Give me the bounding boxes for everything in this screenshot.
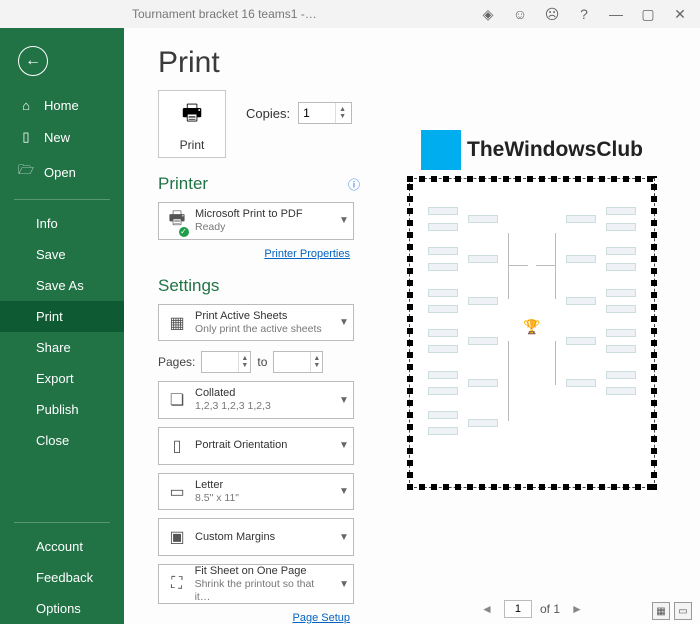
printer-icon: 🖶✓ — [169, 206, 186, 236]
info-icon[interactable]: ⓘ — [348, 176, 360, 193]
pages-to-label: to — [257, 355, 267, 369]
chevron-down-icon: ▼ — [335, 532, 353, 543]
maximize-icon[interactable]: ▢ — [632, 0, 664, 28]
zoom-to-page-button[interactable]: ▭ — [674, 602, 692, 620]
sidebar-item-share[interactable]: Share — [0, 332, 124, 363]
sidebar-item-export[interactable]: Export — [0, 363, 124, 394]
close-icon[interactable]: ✕ — [664, 0, 696, 28]
chevron-down-icon: ▼ — [335, 215, 353, 226]
next-page-button[interactable]: ► — [568, 600, 586, 618]
home-icon: ⌂ — [18, 98, 34, 113]
fit-icon: ⛶ — [159, 575, 195, 593]
open-icon: 🗁 — [18, 161, 34, 183]
bracket-preview: 🏆 — [424, 193, 640, 473]
settings-heading: Settings — [158, 276, 219, 296]
sidebar-item-publish[interactable]: Publish — [0, 394, 124, 425]
titlebar: Tournament bracket 16 teams1 -… ◈ ☺ ☹ ? … — [0, 0, 700, 28]
watermark-logo — [421, 130, 461, 170]
sidebar-item-info[interactable]: Info — [0, 208, 124, 239]
chevron-down-icon: ▼ — [335, 579, 353, 590]
sidebar-item-print[interactable]: Print — [0, 301, 124, 332]
scaling-dropdown[interactable]: ⛶ Fit Sheet on One PageShrink the printo… — [158, 564, 354, 604]
window-title: Tournament bracket 16 teams1 -… — [4, 7, 317, 21]
chevron-down-icon[interactable]: ▼ — [339, 113, 346, 120]
sidebar-item-home[interactable]: ⌂Home — [0, 90, 124, 121]
margins-icon: ▣ — [159, 527, 195, 547]
chevron-down-icon: ▼ — [335, 486, 353, 497]
page-number-input[interactable] — [504, 600, 532, 618]
printer-icon: 🖶 — [182, 96, 203, 134]
trophy-icon: 🏆 — [523, 319, 540, 336]
sidebar-item-account[interactable]: Account — [0, 531, 124, 562]
print-button[interactable]: 🖶 Print — [158, 90, 226, 158]
pages-from-input[interactable] — [202, 352, 238, 372]
chevron-down-icon: ▼ — [335, 440, 353, 451]
orientation-dropdown[interactable]: ▯ Portrait Orientation ▼ — [158, 427, 354, 465]
backstage-sidebar: ← ⌂Home ▯New 🗁Open Info Save Save As Pri… — [0, 28, 124, 624]
sidebar-item-open[interactable]: 🗁Open — [0, 153, 124, 191]
copies-label: Copies: — [246, 106, 290, 121]
sidebar-item-new[interactable]: ▯New — [0, 121, 124, 153]
show-margins-button[interactable]: ▦ — [652, 602, 670, 620]
smile-icon[interactable]: ☺ — [504, 0, 536, 28]
chevron-down-icon: ▼ — [335, 317, 353, 328]
printer-properties-link[interactable]: Printer Properties — [158, 248, 354, 260]
sidebar-item-close[interactable]: Close — [0, 425, 124, 456]
page-of-label: of 1 — [540, 602, 560, 616]
pages-label: Pages: — [158, 355, 195, 369]
help-icon[interactable]: ? — [568, 0, 600, 28]
printer-dropdown[interactable]: 🖶✓ Microsoft Print to PDFReady ▼ — [158, 202, 354, 240]
back-button[interactable]: ← — [0, 42, 124, 90]
diamond-icon[interactable]: ◈ — [472, 0, 504, 28]
collate-dropdown[interactable]: ❏ Collated1,2,3 1,2,3 1,2,3 ▼ — [158, 381, 354, 419]
new-icon: ▯ — [18, 129, 34, 145]
pages-to-input[interactable] — [274, 352, 310, 372]
pages-to-stepper[interactable]: ▲▼ — [273, 351, 323, 373]
minimize-icon[interactable]: — — [600, 0, 632, 28]
sidebar-item-options[interactable]: Options — [0, 593, 124, 624]
preview-pager: ◄ of 1 ► — [364, 600, 700, 618]
sidebar-item-save[interactable]: Save — [0, 239, 124, 270]
watermark: TheWindowsClub — [421, 130, 643, 170]
copies-stepper[interactable]: ▲▼ — [298, 102, 352, 124]
settings-column: 🖶 Print Copies: ▲▼ Printerⓘ — [124, 90, 364, 624]
sidebar-item-feedback[interactable]: Feedback — [0, 562, 124, 593]
prev-page-button[interactable]: ◄ — [478, 600, 496, 618]
printer-heading: Printer — [158, 174, 208, 194]
page-setup-link[interactable]: Page Setup — [158, 612, 354, 624]
preview-column: TheWindowsClub 🏆 — [364, 90, 700, 624]
sheets-icon: ▦ — [159, 313, 195, 333]
paper-icon: ▭ — [159, 482, 195, 502]
page-title: Print — [124, 28, 700, 90]
chevron-up-icon[interactable]: ▲ — [339, 106, 346, 113]
sidebar-divider — [14, 522, 110, 523]
pages-from-stepper[interactable]: ▲▼ — [201, 351, 251, 373]
portrait-icon: ▯ — [159, 436, 195, 456]
margins-dropdown[interactable]: ▣ Custom Margins ▼ — [158, 518, 354, 556]
copies-input[interactable] — [299, 103, 335, 123]
collate-icon: ❏ — [159, 390, 195, 410]
sad-icon[interactable]: ☹ — [536, 0, 568, 28]
chevron-down-icon: ▼ — [335, 395, 353, 406]
main-panel: Print 🖶 Print Copies: ▲▼ — [124, 28, 700, 624]
sidebar-divider — [14, 199, 110, 200]
paper-size-dropdown[interactable]: ▭ Letter8.5" x 11" ▼ — [158, 473, 354, 511]
print-preview-page: 🏆 — [409, 178, 655, 488]
print-what-dropdown[interactable]: ▦ Print Active SheetsOnly print the acti… — [158, 304, 354, 342]
sidebar-item-saveas[interactable]: Save As — [0, 270, 124, 301]
